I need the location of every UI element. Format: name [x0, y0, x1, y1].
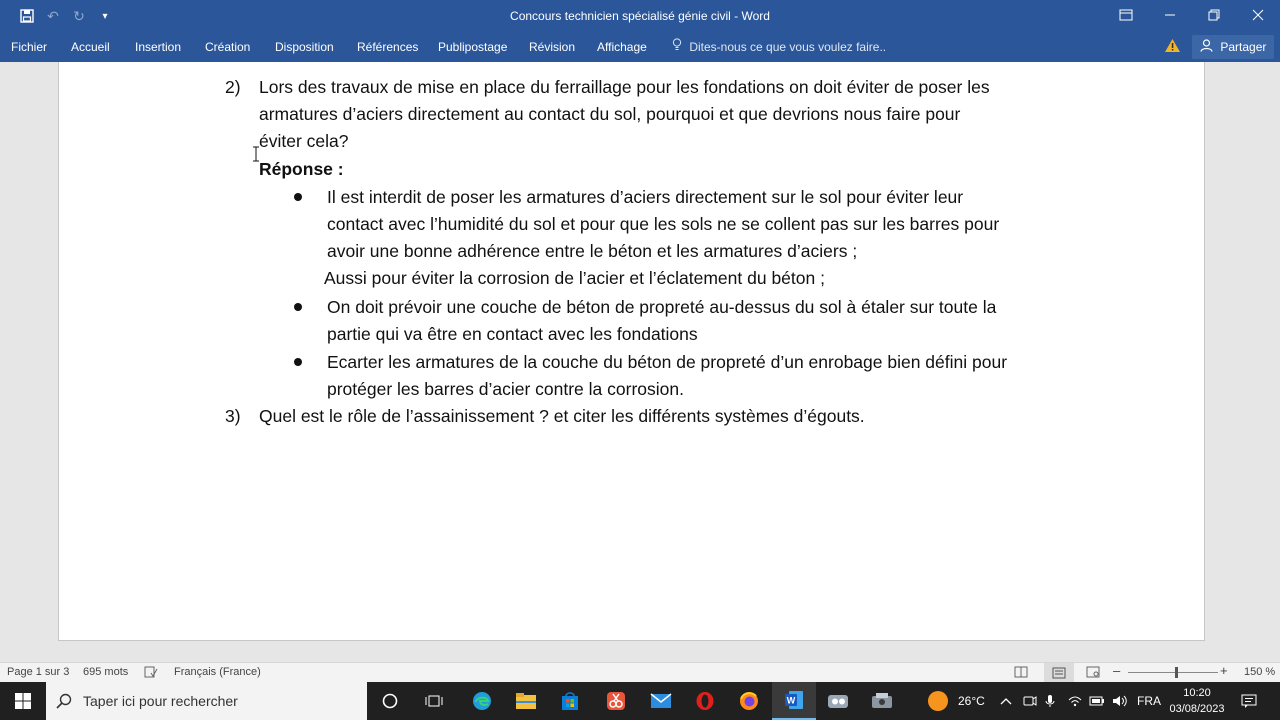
bullet-2-line: On doit prévoir une couche de béton de p…: [327, 297, 997, 317]
app-taskbar-icon[interactable]: [816, 682, 860, 720]
zoom-in-icon[interactable]: +: [1220, 663, 1228, 678]
bullet-icon: [294, 358, 302, 366]
tab-insertion[interactable]: Insertion: [135, 37, 181, 57]
zoom-slider-track[interactable]: [1128, 672, 1218, 673]
sun-icon: [928, 691, 948, 711]
search-placeholder: Taper ici pour rechercher: [83, 693, 238, 709]
bullet-1-extra-line: Aussi pour éviter la corrosion de l’acie…: [324, 268, 825, 288]
answer-label: Réponse :: [259, 159, 344, 179]
tell-me-text: Dites-nous ce que vous voulez faire..: [689, 40, 887, 54]
tab-accueil[interactable]: Accueil: [71, 37, 110, 57]
tab-fichier[interactable]: Fichier: [11, 37, 47, 57]
share-label: Partager: [1220, 40, 1267, 54]
input-language[interactable]: FRA: [1137, 682, 1161, 720]
firefox-icon[interactable]: [727, 682, 771, 720]
snipping-tool-icon[interactable]: [594, 682, 638, 720]
tab-revision[interactable]: Révision: [529, 37, 575, 57]
tab-publipostage[interactable]: Publipostage: [438, 37, 507, 57]
zoom-out-icon[interactable]: –: [1113, 663, 1120, 678]
store-icon[interactable]: [548, 682, 592, 720]
bullet-3-line: protéger les barres d’acier contre la co…: [327, 379, 684, 399]
language-indicator[interactable]: Français (France): [174, 666, 261, 678]
ribbon-tabs: Fichier Accueil Insertion Création Dispo…: [0, 32, 1280, 62]
taskbar-clock[interactable]: 10:20 03/08/2023: [1168, 685, 1226, 717]
window-title: Concours technicien spécialisé génie civ…: [510, 9, 770, 23]
temperature: 26°C: [958, 694, 985, 708]
vertical-scrollbar[interactable]: [1266, 62, 1280, 662]
question-2-number: 2): [225, 77, 241, 97]
question-3-number: 3): [225, 406, 241, 426]
tab-affichage[interactable]: Affichage: [597, 37, 647, 57]
question-2-line: Lors des travaux de mise en place du fer…: [259, 77, 990, 97]
app-taskbar-icon[interactable]: [860, 682, 904, 720]
zoom-slider-thumb[interactable]: [1175, 667, 1178, 678]
tell-me-search[interactable]: Dites-nous ce que vous voulez faire..: [672, 37, 886, 57]
bullet-1-line: avoir une bonne adhérence entre le béton…: [327, 241, 858, 261]
lightbulb-icon: [672, 37, 686, 57]
restore-icon[interactable]: [1192, 0, 1236, 30]
bullet-icon: [294, 193, 302, 201]
window-controls: [1104, 0, 1280, 30]
bullet-1-line: Il est interdit de poser les armatures d…: [327, 187, 964, 207]
bullet-icon: [294, 303, 302, 311]
word-taskbar-icon[interactable]: W: [772, 682, 816, 720]
mail-icon[interactable]: [639, 682, 683, 720]
minimize-icon[interactable]: [1148, 0, 1192, 30]
proofing-icon[interactable]: [144, 666, 158, 681]
show-hidden-icons[interactable]: [1000, 682, 1012, 720]
bullet-1-line: contact avec l’humidité du sol et pour q…: [327, 214, 1000, 234]
windows-icon: [15, 693, 31, 709]
close-icon[interactable]: [1236, 0, 1280, 30]
start-button[interactable]: [0, 682, 46, 720]
task-view-icon[interactable]: [412, 682, 456, 720]
tab-creation[interactable]: Création: [205, 37, 250, 57]
notifications-icon[interactable]: [1241, 682, 1257, 720]
file-explorer-icon[interactable]: [504, 682, 548, 720]
share-button[interactable]: Partager: [1192, 35, 1275, 60]
bullet-2-line: partie qui va être en contact avec les f…: [327, 324, 698, 344]
print-layout-icon[interactable]: [1044, 663, 1074, 682]
battery-icon[interactable]: [1089, 682, 1105, 720]
question-2-line: armatures d’aciers directement au contac…: [259, 104, 961, 124]
clock-time: 10:20: [1183, 687, 1211, 699]
read-mode-icon[interactable]: [1014, 666, 1028, 681]
title-bar: ↶ ↻ ▾ Concours technicien spécialisé gén…: [0, 0, 1280, 32]
document-page[interactable]: 2) Lors des travaux de mise en place du …: [58, 62, 1205, 641]
question-2-line: éviter cela?: [259, 131, 349, 151]
question-3-line: Quel est le rôle de l’assainissement ? e…: [259, 406, 865, 426]
bullet-3-line: Ecarter les armatures de la couche du bé…: [327, 352, 1008, 372]
edge-icon[interactable]: [460, 682, 504, 720]
network-icon[interactable]: [1068, 682, 1082, 720]
weather-widget[interactable]: 26°C: [928, 682, 985, 720]
tab-references[interactable]: Références: [357, 37, 418, 57]
search-icon: [56, 693, 72, 712]
warning-icon[interactable]: [1164, 38, 1181, 56]
zoom-level[interactable]: 150 %: [1244, 666, 1275, 678]
ribbon-display-options-icon[interactable]: [1104, 0, 1148, 30]
page-count[interactable]: Page 1 sur 3: [7, 666, 69, 678]
web-layout-icon[interactable]: [1086, 666, 1100, 681]
microphone-icon[interactable]: [1045, 682, 1055, 720]
person-icon: [1200, 36, 1213, 60]
document-canvas[interactable]: 2) Lors des travaux de mise en place du …: [0, 62, 1280, 662]
svg-text:W: W: [787, 696, 796, 706]
taskbar: Taper ici pour rechercher W 26°C FRA 10:…: [0, 682, 1280, 720]
word-count[interactable]: 695 mots: [83, 666, 128, 678]
meet-now-icon[interactable]: [1023, 682, 1037, 720]
clock-date: 03/08/2023: [1169, 703, 1225, 715]
volume-icon[interactable]: [1112, 682, 1128, 720]
taskbar-search-box[interactable]: Taper ici pour rechercher: [46, 682, 367, 720]
opera-icon[interactable]: [683, 682, 727, 720]
status-bar: Page 1 sur 3 695 mots Français (France) …: [0, 662, 1280, 682]
cortana-icon[interactable]: [368, 682, 412, 720]
tab-disposition[interactable]: Disposition: [275, 37, 334, 57]
